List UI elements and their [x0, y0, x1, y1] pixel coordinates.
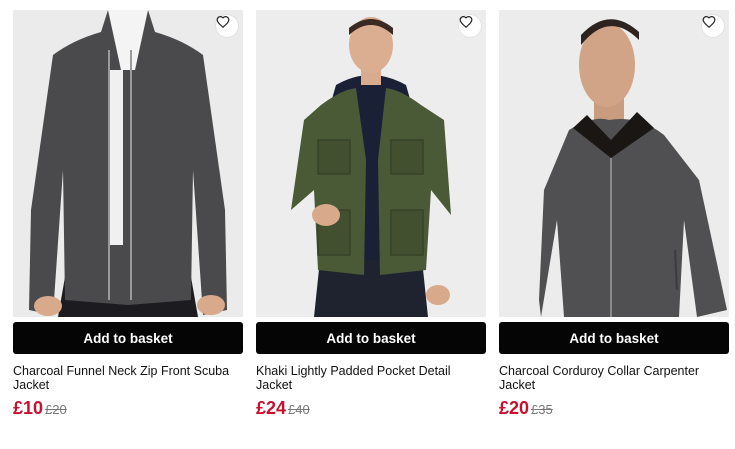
original-price: £20	[45, 402, 67, 417]
add-to-basket-button[interactable]: Add to basket	[256, 322, 486, 354]
heart-outline-icon	[216, 16, 230, 29]
product-card[interactable]: Add to basket Charcoal Funnel Neck Zip F…	[13, 10, 243, 419]
product-card[interactable]: Add to basket Charcoal Corduroy Collar C…	[499, 10, 729, 419]
product-name[interactable]: Khaki Lightly Padded Pocket Detail Jacke…	[256, 364, 486, 392]
product-photo-scuba-jacket	[13, 10, 243, 317]
wishlist-button[interactable]	[702, 15, 724, 37]
wishlist-button[interactable]	[216, 15, 238, 37]
heart-outline-icon	[702, 16, 716, 29]
add-to-basket-button[interactable]: Add to basket	[499, 322, 729, 354]
sale-price: £24	[256, 398, 287, 418]
product-price: £24 £40	[256, 398, 486, 419]
product-price: £10 £20	[13, 398, 243, 419]
product-card[interactable]: Add to basket Khaki Lightly Padded Pocke…	[256, 10, 486, 419]
product-price: £20 £35	[499, 398, 729, 419]
heart-outline-icon	[459, 16, 473, 29]
product-photo-khaki-jacket	[256, 10, 486, 317]
product-name[interactable]: Charcoal Corduroy Collar Carpenter Jacke…	[499, 364, 729, 392]
add-to-basket-button[interactable]: Add to basket	[13, 322, 243, 354]
product-photo-corduroy-jacket	[499, 10, 729, 317]
wishlist-button[interactable]	[459, 15, 481, 37]
sale-price: £20	[499, 398, 530, 418]
product-image[interactable]	[256, 10, 486, 317]
original-price: £35	[531, 402, 553, 417]
product-grid: Add to basket Charcoal Funnel Neck Zip F…	[0, 0, 735, 449]
original-price: £40	[288, 402, 310, 417]
product-image[interactable]	[13, 10, 243, 317]
sale-price: £10	[13, 398, 44, 418]
product-name[interactable]: Charcoal Funnel Neck Zip Front Scuba Jac…	[13, 364, 243, 392]
product-image[interactable]	[499, 10, 729, 317]
